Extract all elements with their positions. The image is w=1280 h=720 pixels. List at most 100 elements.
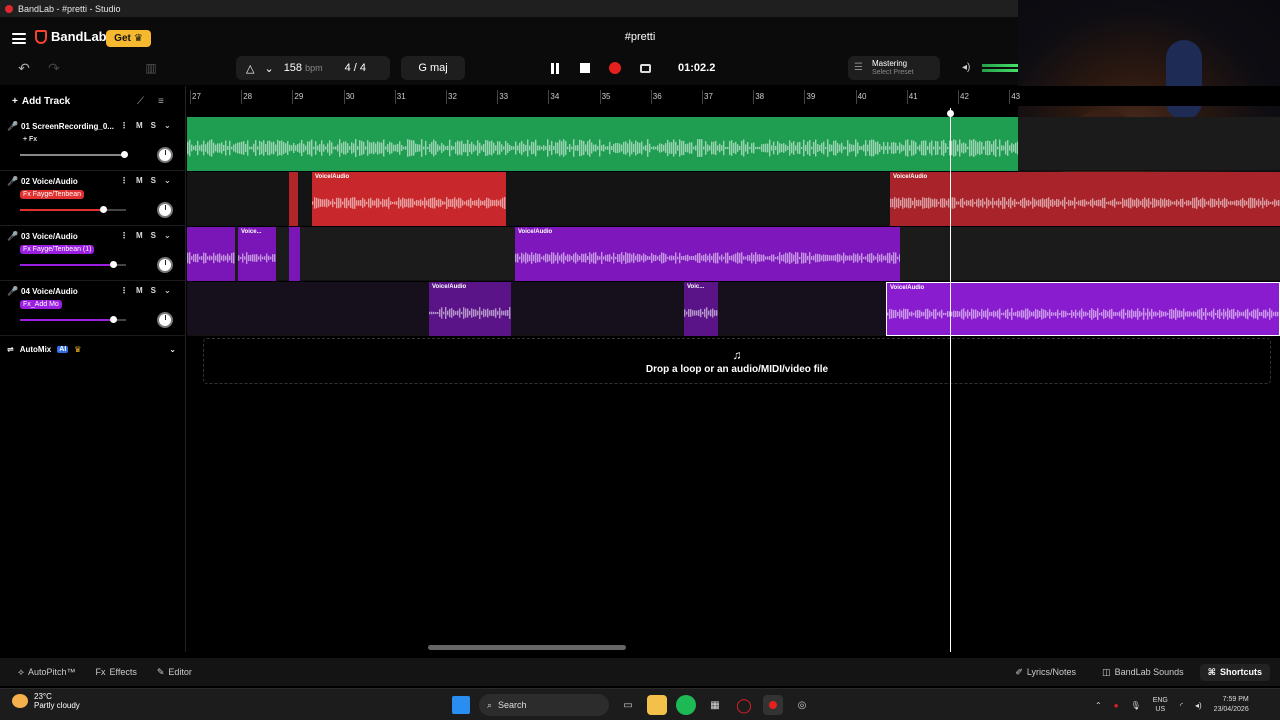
effects-button[interactable]: Fx Effects [85,667,146,677]
more-options-icon[interactable]: ⋮ [120,231,128,240]
redo-button[interactable]: ↷ [40,58,68,78]
record-button[interactable] [600,56,630,80]
metronome-icon[interactable]: △ [246,62,254,75]
audio-clip[interactable]: Voice/Audio [429,282,511,336]
audio-clip[interactable] [187,117,1018,171]
microphone-icon[interactable]: 🎙 [1131,701,1141,710]
weather-widget[interactable]: 23°C Partly cloudy [12,692,80,710]
mute-button[interactable]: M [136,231,143,240]
volume-icon[interactable]: ◂) [1195,701,1202,710]
playhead[interactable] [950,108,951,652]
volume-slider-thumb[interactable] [121,151,128,158]
solo-button[interactable]: S [151,286,156,295]
solo-button[interactable]: S [151,176,156,185]
more-options-icon[interactable]: ⋮ [120,121,128,130]
automix-row[interactable]: ⇌ AutoMix AI ♛ ⌄ [0,340,186,358]
piano-keyboard-icon[interactable]: ▥ [140,58,162,78]
track-lane-4[interactable]: Voice/Audio Voic... Voice/Audio [187,282,1280,336]
windows-start-icon[interactable] [452,696,470,714]
audio-clip[interactable]: Voice/Audio [515,227,900,281]
track-header[interactable]: 🎤 01 ScreenRecording_0... ⋮ M S ⌄ + Fx [0,117,186,171]
language-indicator[interactable]: ENG US [1153,696,1168,714]
store-icon[interactable]: ▦ [705,695,725,715]
lyrics-notes-button[interactable]: ✐ Lyrics/Notes [1005,664,1086,681]
drop-zone[interactable]: ♫ Drop a loop or an audio/MIDI/video fil… [203,338,1271,384]
volume-slider-thumb[interactable] [110,261,117,268]
spotify-icon[interactable] [676,695,696,715]
shortcuts-button[interactable]: ⌘ Shortcuts [1199,663,1270,681]
loop-button[interactable] [630,56,660,80]
audio-clip[interactable]: Voice/Audio [890,172,1280,226]
volume-slider[interactable] [20,151,128,158]
chevron-down-icon[interactable]: ⌄ [264,62,273,75]
track-header[interactable]: 🎤 03 Voice/Audio ⋮ M S ⌄ Fx Fayge/Tenbean (1) [0,227,186,281]
key-selector[interactable]: G maj [401,56,465,80]
chrome-icon[interactable]: ◎ [792,695,812,715]
add-track-button[interactable]: + Add Track [12,96,70,107]
track-fx-badge[interactable]: Fx Fayge/Tenbean (1) [20,245,95,254]
solo-button[interactable]: S [151,121,156,130]
track-header[interactable]: 🎤 04 Voice/Audio ⋮ M S ⌄ Fx_Add Mo [0,282,186,336]
undo-button[interactable]: ↶ [10,58,38,78]
wifi-icon[interactable]: ◜ [1180,701,1183,710]
editor-button[interactable]: ✎ Editor [147,667,202,678]
bandlab-sounds-button[interactable]: ◫ BandLab Sounds [1092,664,1194,681]
audio-clip[interactable]: Voice/Audio [312,172,506,226]
get-membership-button[interactable]: Get ♛ [106,30,151,47]
track-lane-1[interactable] [187,117,1280,171]
speaker-icon[interactable]: ◂) [962,62,970,73]
timeline-ruler[interactable]: 27 28 29 30 31 32 33 34 35 36 37 38 39 40 41 42 43 [187,86,1280,106]
more-options-icon[interactable]: ⋮ [120,176,128,185]
wand-icon[interactable]: ⟋ [137,96,144,107]
mute-button[interactable]: M [136,121,143,130]
audio-clip[interactable] [289,227,300,281]
track-name[interactable]: 03 Voice/Audio [21,232,116,241]
chevron-down-icon[interactable]: ⌄ [164,176,171,185]
pan-knob[interactable] [157,147,173,163]
project-title[interactable]: #pretti [600,31,680,43]
track-lane-2[interactable]: Voice/Audio Voice/Audio [187,172,1280,226]
audio-clip[interactable]: Voic... [684,282,718,336]
menu-icon[interactable] [12,33,26,44]
more-options-icon[interactable]: ⋮ [120,286,128,295]
bandlab-logo[interactable]: BandLab [35,29,107,44]
chevron-down-icon[interactable]: ⌄ [164,231,171,240]
autopitch-button[interactable]: ⟡ AutoPitch™ [0,667,85,678]
time-signature[interactable]: 4 / 4 [345,62,366,74]
volume-slider[interactable] [20,206,126,213]
file-explorer-icon[interactable] [647,695,667,715]
chevron-up-icon[interactable]: ⌃ [1095,701,1102,710]
opera-icon[interactable]: ◯ [734,695,754,715]
audio-clip[interactable] [289,172,298,226]
chevron-down-icon[interactable]: ⌄ [164,121,171,130]
track-fx-badge[interactable]: + Fx [20,135,40,144]
bandlab-app-icon[interactable] [763,695,783,715]
chevron-down-icon[interactable]: ⌄ [169,345,176,354]
volume-slider-thumb[interactable] [110,316,117,323]
pan-knob[interactable] [157,257,173,273]
track-header[interactable]: 🎤 02 Voice/Audio ⋮ M S ⌄ Fx Fayge/Tenbean [0,172,186,226]
pan-knob[interactable] [157,312,173,328]
track-lane-3[interactable]: Voice... Voice/Audio [187,227,1280,281]
mastering-button[interactable]: ☰ Mastering Select Preset [848,56,940,80]
app-tray-icon[interactable]: ● [1114,701,1119,710]
bpm-field[interactable]: 158 bpm [284,62,323,74]
track-fx-badge[interactable]: Fx Fayge/Tenbean [20,190,84,199]
taskbar-search[interactable]: ⌕ Search [479,694,609,716]
volume-slider[interactable] [20,261,126,268]
audio-clip[interactable]: Voice... [238,227,276,281]
track-fx-badge[interactable]: Fx_Add Mo [20,300,62,309]
chevron-down-icon[interactable]: ⌄ [164,286,171,295]
stop-button[interactable] [570,56,600,80]
audio-clip-selected[interactable]: Voice/Audio [886,282,1280,336]
volume-slider-thumb[interactable] [100,206,107,213]
pause-button[interactable] [540,56,570,80]
pan-knob[interactable] [157,202,173,218]
horizontal-scrollbar[interactable] [428,645,626,650]
track-settings-icon[interactable]: ≡ [158,96,164,107]
volume-slider[interactable] [20,316,126,323]
solo-button[interactable]: S [151,231,156,240]
task-view-icon[interactable]: ▭ [618,695,638,715]
mute-button[interactable]: M [136,286,143,295]
track-name[interactable]: 01 ScreenRecording_0... [21,122,116,131]
